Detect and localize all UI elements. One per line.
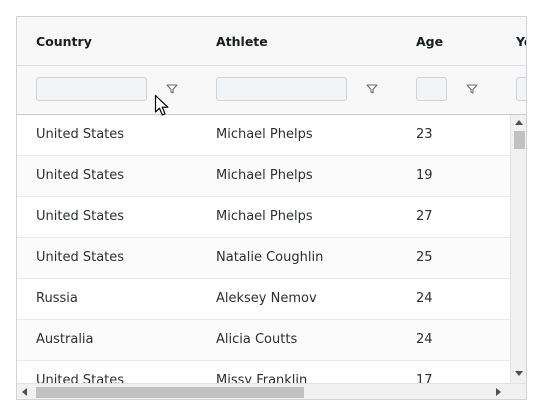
vertical-scrollbar-thumb[interactable]	[514, 131, 525, 149]
horizontal-scrollbar[interactable]	[17, 383, 526, 399]
cell-athlete: Aleksey Nemov	[216, 291, 317, 306]
cell-age: 25	[416, 250, 433, 265]
column-header-age[interactable]: Age	[416, 17, 443, 66]
header-row: Country Athlete Age Ye	[17, 17, 526, 66]
country-filter-input[interactable]	[36, 77, 147, 101]
table-row[interactable]: United States Michael Phelps 27	[17, 197, 510, 238]
table-row[interactable]: United States Michael Phelps 19	[17, 156, 510, 197]
cell-athlete: Michael Phelps	[216, 209, 313, 224]
cell-age: 24	[416, 291, 433, 306]
column-header-year[interactable]: Ye	[516, 17, 526, 66]
scroll-right-arrow-icon[interactable]	[496, 388, 501, 396]
cell-athlete: Alicia Coutts	[216, 332, 298, 347]
cell-country: Australia	[36, 332, 94, 347]
year-filter-input[interactable]	[516, 77, 526, 101]
column-header-athlete[interactable]: Athlete	[216, 17, 268, 66]
mouse-pointer-icon	[154, 94, 169, 116]
table-row[interactable]: Australia Alicia Coutts 24	[17, 320, 510, 361]
column-header-country[interactable]: Country	[36, 17, 92, 66]
data-grid: Country Athlete Age Ye United States Mic…	[16, 16, 527, 400]
cell-athlete: Natalie Coughlin	[216, 250, 324, 265]
cell-country: Russia	[36, 291, 78, 306]
table-row[interactable]: United States Natalie Coughlin 25	[17, 238, 510, 279]
table-row[interactable]: Russia Aleksey Nemov 24	[17, 279, 510, 320]
cell-age: 27	[416, 209, 433, 224]
horizontal-scrollbar-thumb[interactable]	[36, 387, 304, 398]
cell-country: United States	[36, 209, 125, 224]
cell-age: 17	[416, 373, 433, 383]
cell-age: 23	[416, 127, 433, 142]
scroll-up-arrow-icon[interactable]	[515, 120, 523, 125]
filter-icon[interactable]	[365, 82, 379, 96]
vertical-scrollbar[interactable]	[510, 115, 526, 383]
scroll-down-arrow-icon[interactable]	[515, 371, 523, 376]
table-row[interactable]: United States Michael Phelps 23	[17, 115, 510, 156]
cell-country: United States	[36, 373, 125, 383]
athlete-filter-input[interactable]	[216, 77, 347, 101]
filter-row	[17, 66, 526, 115]
cell-country: United States	[36, 250, 125, 265]
scroll-left-arrow-icon[interactable]	[22, 388, 27, 396]
age-filter-input[interactable]	[416, 77, 447, 101]
grid-body: United States Michael Phelps 23 United S…	[17, 115, 510, 383]
filter-icon[interactable]	[465, 82, 479, 96]
cell-athlete: Missy Franklin	[216, 373, 308, 383]
table-row[interactable]: United States Missy Franklin 17	[17, 361, 510, 383]
cell-country: United States	[36, 168, 125, 183]
cell-age: 19	[416, 168, 433, 183]
cell-athlete: Michael Phelps	[216, 168, 313, 183]
cell-age: 24	[416, 332, 433, 347]
cell-country: United States	[36, 127, 125, 142]
cell-athlete: Michael Phelps	[216, 127, 313, 142]
